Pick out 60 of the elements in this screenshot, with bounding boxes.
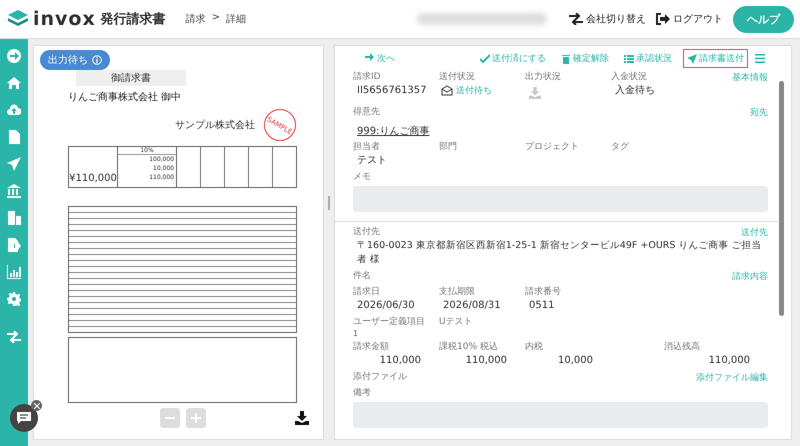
product-name: 発行請求書 xyxy=(100,11,166,28)
field-label: プロジェクト xyxy=(525,141,579,154)
field-label: ユーザー定義項目 xyxy=(353,316,425,329)
document-title: 御請求書 xyxy=(76,70,186,86)
field-label: 添付ファイル xyxy=(353,371,407,384)
field-value: 110,000 xyxy=(708,354,750,368)
field-label: 請求金額 xyxy=(353,341,389,354)
breadcrumb-item[interactable]: 請求 xyxy=(186,12,206,26)
field-value: 110,000 xyxy=(378,354,422,368)
header-link[interactable]: ログアウト xyxy=(656,12,723,26)
field-value: 10,000 xyxy=(557,354,594,368)
section-link[interactable]: 添付ファイル編集 xyxy=(696,371,768,384)
recipient-text: りんご商事株式会社 御中 xyxy=(68,90,182,104)
field-label: 件名 xyxy=(353,270,371,283)
field-value: 〒160-0023 東京都新宿区西新宿1-25-1 新宿センタービル49F +OURS りんご商事 ご担当者 様 xyxy=(356,239,762,267)
field-value: 110,000 xyxy=(464,354,508,368)
field-label: Uテスト xyxy=(439,316,473,329)
field-label: 支払期限 xyxy=(439,286,475,299)
toolbar-button[interactable]: 承認状況 xyxy=(620,49,676,68)
field-label: 請求ID xyxy=(353,71,381,84)
field-value: 1 xyxy=(353,329,360,338)
field-label: 請求番号 xyxy=(525,286,561,299)
field-value: 2026/08/31 xyxy=(442,299,502,313)
field-value: テスト xyxy=(356,154,388,168)
field-label: 部門 xyxy=(439,141,457,154)
field-label: メモ xyxy=(353,171,371,184)
section-link[interactable]: 送付先 xyxy=(741,226,768,239)
header-link[interactable]: 会社切り替え xyxy=(569,12,646,26)
field-label: 消込残高 xyxy=(664,341,700,354)
next-link[interactable]: 次へ xyxy=(365,52,395,65)
field-value: 入金待ち xyxy=(614,84,656,98)
field-label: 内税 xyxy=(525,341,543,354)
field-label: 送付状況 xyxy=(439,71,475,84)
total-box: ¥110,000 xyxy=(69,147,118,187)
field-label: 入金状況 xyxy=(611,71,647,84)
breadcrumb-item[interactable]: 詳細 xyxy=(226,12,246,26)
send-status: 送付待ち xyxy=(456,84,492,97)
field-label: 出力状況 xyxy=(525,71,561,84)
field-value: 0511 xyxy=(528,299,556,313)
status-badge: 出力待ち xyxy=(40,50,110,70)
section-link[interactable]: 宛先 xyxy=(750,106,768,119)
issuer-text: サンプル株式会社 xyxy=(175,118,255,132)
field-label: タグ xyxy=(611,141,629,154)
help-button[interactable]: ヘルプ xyxy=(733,6,794,32)
toolbar-button[interactable]: 送付済にする xyxy=(476,49,550,68)
customer-link[interactable]: 999:りんご商事 xyxy=(353,126,430,137)
section-link[interactable]: 請求内容 xyxy=(732,270,768,283)
field-label: 備考 xyxy=(353,387,371,400)
field-label: 担当者 xyxy=(353,141,380,154)
breadcrumb-separator: > xyxy=(212,12,220,25)
logo-text: invox xyxy=(33,8,96,30)
toolbar-button[interactable]: 確定解除 xyxy=(557,49,613,68)
field-value: II5656761357 xyxy=(356,84,428,98)
section-link[interactable]: 基本情報 xyxy=(732,71,768,84)
field-value: 2026/06/30 xyxy=(356,299,416,313)
field-label: 課税10% 税込 xyxy=(439,341,498,354)
field-label: 送付先 xyxy=(353,226,380,239)
field-label: 請求日 xyxy=(353,286,380,299)
toolbar-button[interactable]: 請求書送付 xyxy=(683,49,748,68)
field-label: 得意先 xyxy=(353,106,380,119)
